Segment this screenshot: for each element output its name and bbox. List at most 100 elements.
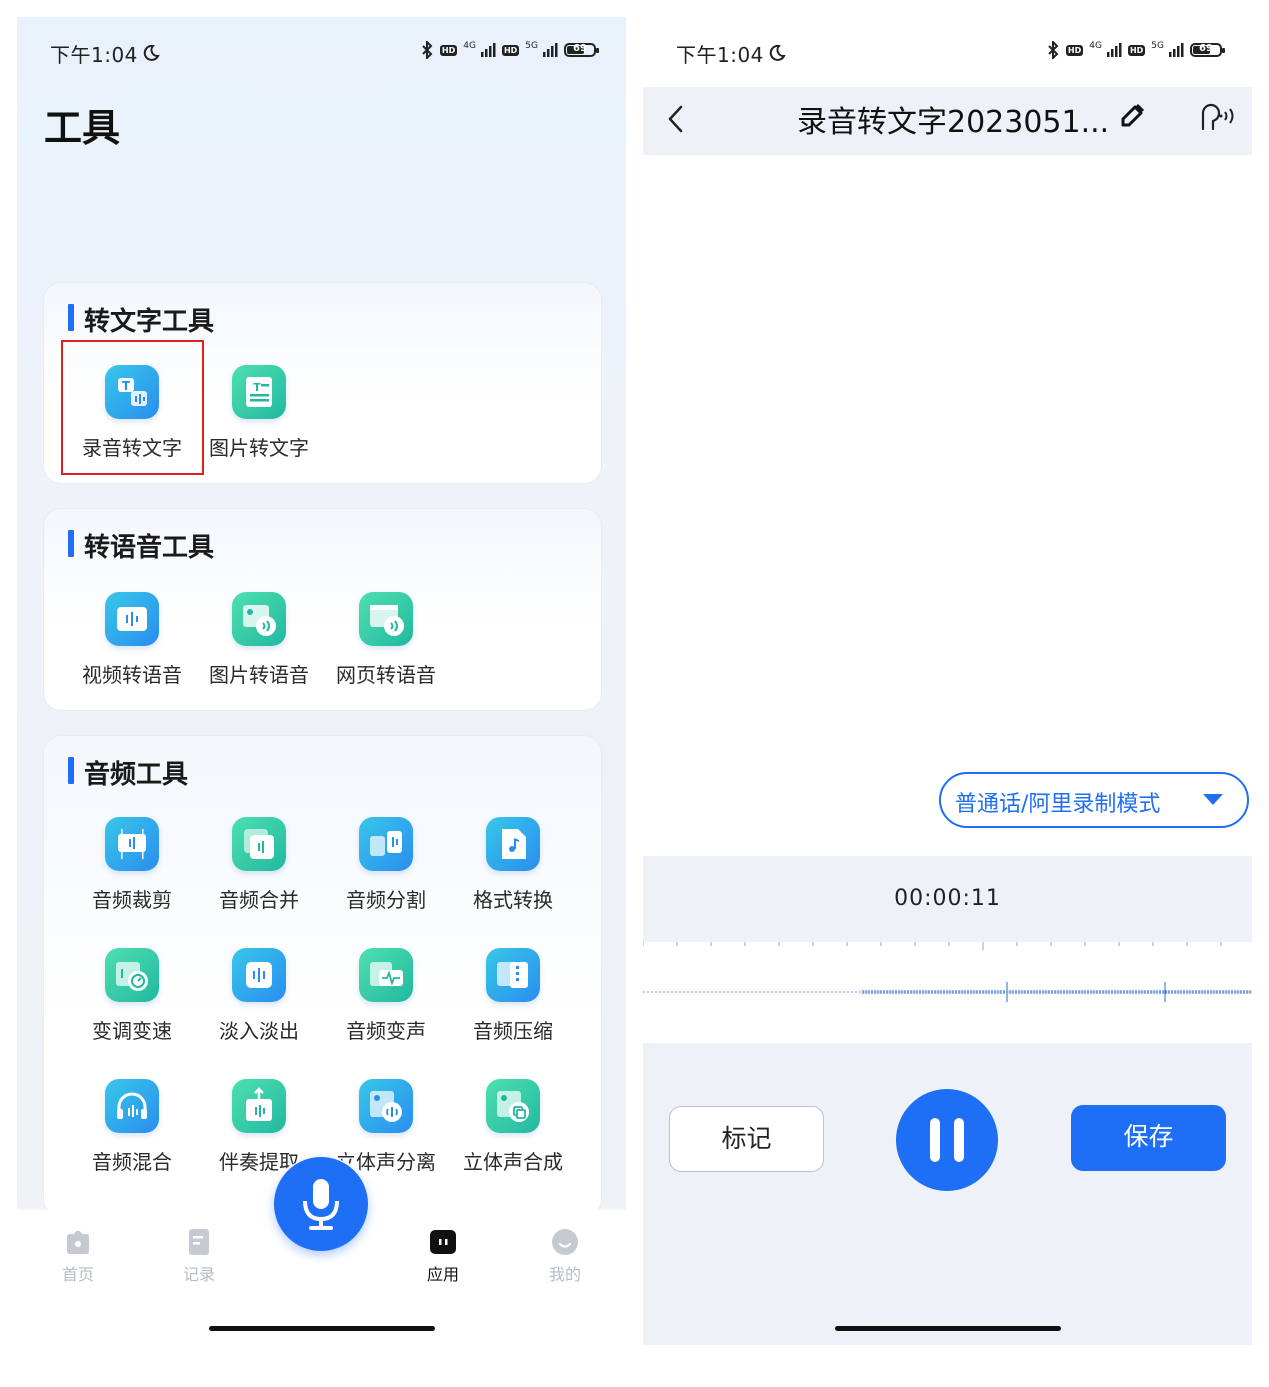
- record-mic-button[interactable]: [274, 1157, 368, 1251]
- hd-badge: HD: [439, 44, 458, 56]
- tool-image-to-speech[interactable]: 图片转语音: [195, 592, 323, 688]
- tool-video-to-speech[interactable]: 视频转语音: [68, 592, 196, 688]
- signal-icon: [1168, 43, 1184, 57]
- tool-audio-trim[interactable]: 音频裁剪: [68, 817, 196, 913]
- tool-format-convert[interactable]: 格式转换: [449, 817, 577, 913]
- battery-level: 69: [573, 43, 587, 54]
- audio-trim-icon: [105, 817, 159, 871]
- image-to-speech-icon: [232, 592, 286, 646]
- tool-pitch-speed[interactable]: 变调变速: [68, 948, 196, 1044]
- mark-button[interactable]: 标记: [669, 1106, 824, 1172]
- webpage-to-speech-icon: [359, 592, 413, 646]
- tool-label: 格式转换: [473, 888, 553, 912]
- tool-stereo-combine[interactable]: 立体声合成: [449, 1079, 577, 1175]
- tool-label: 图片转语音: [209, 663, 309, 687]
- signal-icon: [480, 43, 496, 57]
- home-indicator[interactable]: [209, 1326, 435, 1331]
- signal-icon: [542, 43, 558, 57]
- recording-screen: 下午1:04 HD 4G HD 5G 69 录音转文字2023051... 普通…: [643, 17, 1252, 1345]
- recording-timer: 00:00:11: [894, 886, 1001, 911]
- edit-pencil-icon[interactable]: [1117, 101, 1147, 135]
- tool-fade-in-out[interactable]: 淡入淡出: [195, 948, 323, 1044]
- svg-text:T: T: [253, 381, 261, 394]
- tool-label: 网页转语音: [336, 663, 436, 687]
- tool-webpage-to-speech[interactable]: 网页转语音: [322, 592, 450, 688]
- status-bar: 下午1:04 HD 4G HD 5G 69: [643, 17, 1252, 87]
- tool-label: 音频裁剪: [92, 888, 172, 912]
- back-arrow-icon[interactable]: [665, 101, 687, 141]
- tool-voice-change[interactable]: 音频变声: [322, 948, 450, 1044]
- stereo-combine-icon: [486, 1079, 540, 1133]
- tab-apps[interactable]: 应用: [403, 1227, 483, 1285]
- status-bar: 下午1:04 HD 4G HD 5G 69: [17, 17, 626, 87]
- format-convert-icon: [486, 817, 540, 871]
- navigation-bar: 录音转文字2023051...: [643, 87, 1252, 155]
- tool-label: 图片转文字: [209, 436, 309, 460]
- tool-label: 音频变声: [346, 1019, 426, 1043]
- video-to-speech-icon: [105, 592, 159, 646]
- tool-label: 音频混合: [92, 1150, 172, 1174]
- bluetooth-icon: [1046, 41, 1060, 59]
- tab-home[interactable]: 首页: [38, 1227, 118, 1285]
- battery-level: 69: [1199, 43, 1213, 54]
- audio-compress-icon: [486, 948, 540, 1002]
- apps-icon: [428, 1227, 458, 1257]
- status-time: 下午1:04: [676, 43, 764, 67]
- network-type-4g: 4G: [1089, 41, 1102, 51]
- tool-label: 音频分割: [346, 888, 426, 912]
- tool-audio-merge[interactable]: 音频合并: [195, 817, 323, 913]
- moon-icon: [142, 43, 160, 67]
- recording-title: 录音转文字2023051...: [797, 105, 1110, 140]
- pause-icon: [930, 1118, 940, 1162]
- signal-icon: [1106, 43, 1122, 57]
- tool-label: 淡入淡出: [219, 1019, 299, 1043]
- tool-audio-compress[interactable]: 音频压缩: [449, 948, 577, 1044]
- network-type-4g: 4G: [463, 41, 476, 51]
- stereo-separate-icon: [359, 1079, 413, 1133]
- waveform-icon: [643, 942, 1252, 1002]
- audio-merge-icon: [232, 817, 286, 871]
- pause-button[interactable]: [896, 1089, 998, 1191]
- timer-area: 00:00:11: [643, 856, 1252, 942]
- voice-speaker-icon[interactable]: [1197, 99, 1237, 139]
- tool-audio-split[interactable]: 音频分割: [322, 817, 450, 913]
- microphone-icon: [303, 1179, 339, 1230]
- bluetooth-icon: [420, 41, 434, 59]
- voice-change-icon: [359, 948, 413, 1002]
- network-type-5g: 5G: [525, 41, 538, 51]
- tool-label: 立体声合成: [463, 1150, 563, 1174]
- audio-split-icon: [359, 817, 413, 871]
- tool-label: 视频转语音: [82, 663, 182, 687]
- pitch-speed-icon: [105, 948, 159, 1002]
- tool-label: 音频压缩: [473, 1019, 553, 1043]
- accompaniment-extract-icon: [232, 1079, 286, 1133]
- dropdown-caret-icon: [1203, 794, 1223, 805]
- tool-audio-mix[interactable]: 音频混合: [68, 1079, 196, 1175]
- home-icon: [63, 1227, 93, 1257]
- audio-mix-icon: [105, 1079, 159, 1133]
- save-button[interactable]: 保存: [1071, 1105, 1226, 1171]
- hd-badge: HD: [1127, 44, 1146, 56]
- section-text-to-speech-tools: 转语音工具 视频转语音 图片转语音 网页转语音: [43, 508, 602, 711]
- recording-controls: 标记 保存: [643, 1043, 1252, 1235]
- home-indicator[interactable]: [835, 1326, 1061, 1331]
- fade-in-out-icon: [232, 948, 286, 1002]
- section-title: 转文字工具: [68, 301, 214, 338]
- hd-badge: HD: [501, 44, 520, 56]
- image-to-text-icon: T: [232, 365, 286, 419]
- network-type-5g: 5G: [1151, 41, 1164, 51]
- language-mode-select[interactable]: 普通话/阿里录制模式: [939, 772, 1249, 828]
- tools-screen: 下午1:04 HD 4G HD 5G 69 工具 转文字工具 T 录音转文字 T…: [17, 17, 626, 1345]
- tool-label: 音频合并: [219, 888, 299, 912]
- selection-highlight: [61, 340, 204, 475]
- record-icon: [184, 1227, 214, 1257]
- tab-records[interactable]: 记录: [159, 1227, 239, 1285]
- hd-badge: HD: [1065, 44, 1084, 56]
- tool-image-to-text[interactable]: T 图片转文字: [195, 365, 323, 461]
- status-time: 下午1:04: [50, 43, 138, 67]
- section-title: 音频工具: [68, 754, 188, 791]
- tab-profile[interactable]: 我的: [525, 1227, 605, 1285]
- battery-icon: 69: [564, 43, 599, 57]
- section-speech-to-text-tools: 转文字工具 T 录音转文字 T 图片转文字: [43, 282, 602, 484]
- waveform-area: [643, 942, 1252, 1043]
